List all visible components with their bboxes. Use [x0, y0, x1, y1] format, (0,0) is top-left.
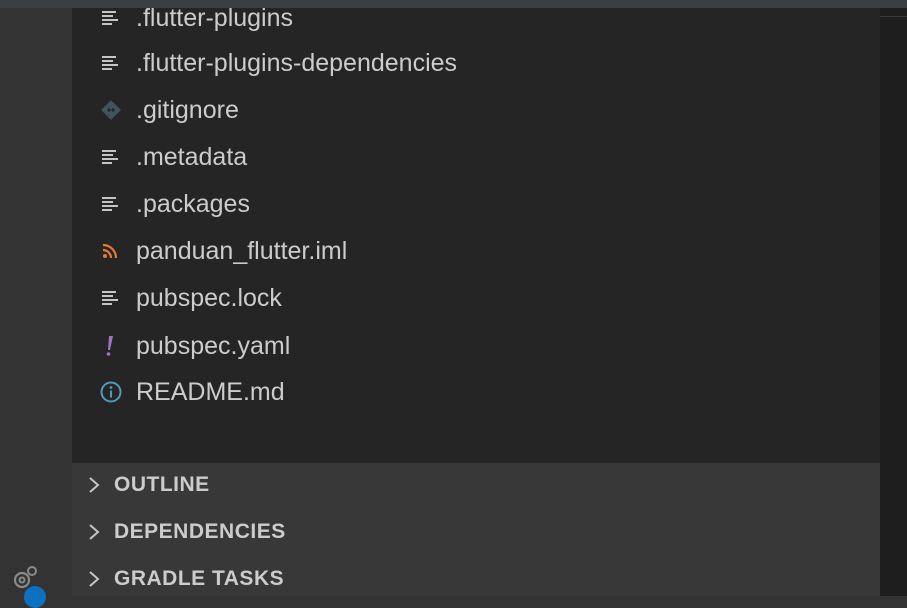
text-lines-icon	[100, 43, 136, 83]
file-item-iml[interactable]: panduan_flutter.iml	[100, 231, 347, 271]
rss-icon	[100, 231, 136, 271]
text-lines-icon	[100, 184, 136, 224]
text-lines-icon	[100, 278, 136, 318]
section-label: GRADLE TASKS	[114, 567, 285, 590]
file-name: pubspec.lock	[136, 283, 282, 312]
git-diamond-icon	[100, 90, 136, 130]
file-name: .metadata	[136, 142, 248, 171]
file-name: .flutter-plugins	[136, 8, 294, 32]
chevron-right-icon	[72, 569, 114, 589]
file-explorer: .flutter-plugins .flutter-plugins-depend…	[72, 8, 880, 463]
file-name: README.md	[136, 377, 285, 406]
section-label: OUTLINE	[114, 473, 210, 496]
file-item-pubspec-yaml[interactable]: pubspec.yaml	[100, 326, 290, 366]
sidebar-sections: OUTLINE DEPENDENCIES GRADLE TASKS	[72, 463, 880, 596]
editor-area	[880, 8, 907, 596]
file-item-metadata[interactable]: .metadata	[100, 137, 247, 177]
chevron-right-icon	[72, 475, 114, 495]
file-item-flutter-plugins-dependencies[interactable]: .flutter-plugins-dependencies	[100, 43, 457, 83]
file-name: panduan_flutter.iml	[136, 236, 348, 265]
activity-bar	[0, 8, 72, 608]
title-bar-edge	[0, 0, 907, 8]
section-dependencies[interactable]: DEPENDENCIES	[72, 510, 880, 554]
section-gradle-tasks[interactable]: GRADLE TASKS	[72, 557, 880, 601]
file-item-packages[interactable]: .packages	[100, 184, 250, 224]
file-item-pubspec-lock[interactable]: pubspec.lock	[100, 278, 282, 318]
file-name: .packages	[136, 189, 250, 218]
file-name: pubspec.yaml	[136, 331, 291, 360]
file-name: .flutter-plugins-dependencies	[136, 48, 458, 77]
file-item-readme[interactable]: README.md	[100, 372, 285, 412]
file-item-flutter-plugins[interactable]: .flutter-plugins	[100, 8, 293, 38]
section-label: DEPENDENCIES	[114, 520, 286, 543]
text-lines-icon	[100, 137, 136, 177]
exclamation-icon	[100, 326, 136, 366]
update-badge	[24, 586, 46, 608]
text-lines-icon	[100, 8, 136, 38]
file-name: .gitignore	[136, 95, 239, 124]
file-item-gitignore[interactable]: .gitignore	[100, 90, 239, 130]
chevron-right-icon	[72, 522, 114, 542]
info-circle-icon	[100, 372, 136, 412]
editor-divider	[880, 16, 907, 17]
section-outline[interactable]: OUTLINE	[72, 463, 880, 507]
